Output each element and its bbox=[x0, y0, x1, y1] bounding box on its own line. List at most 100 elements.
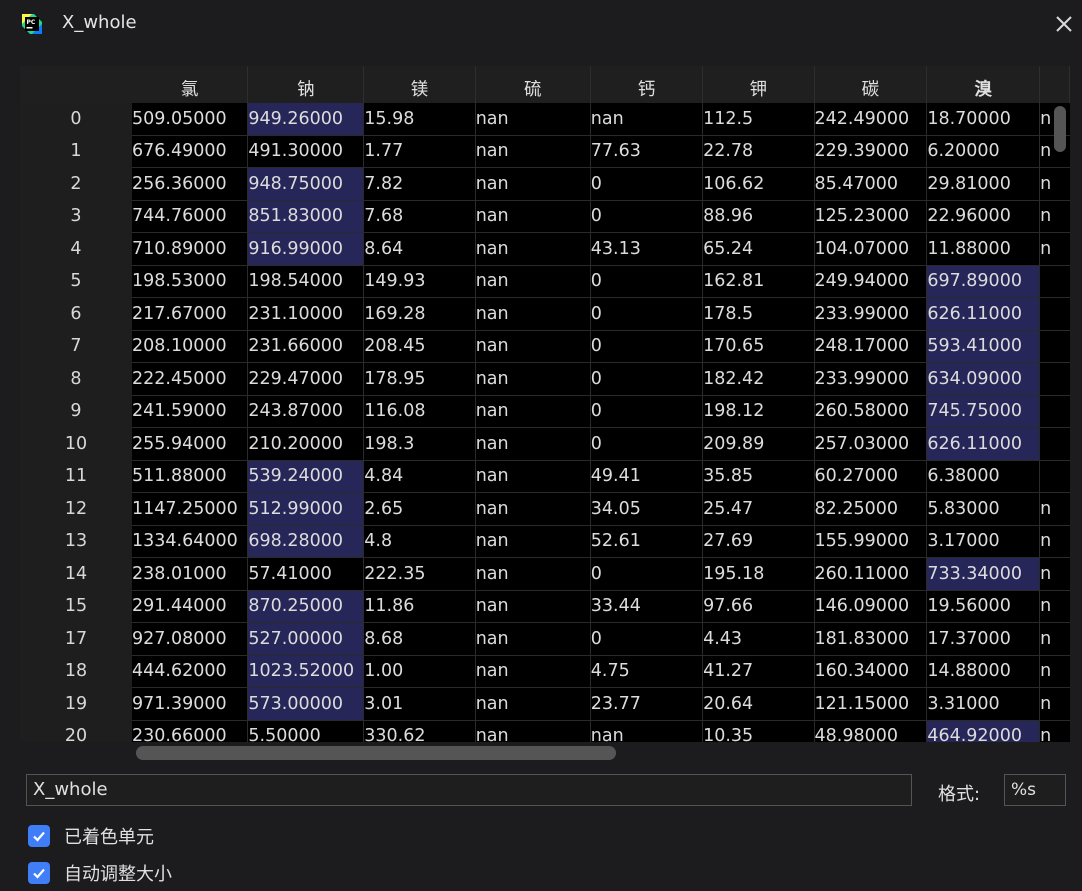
table-cell[interactable]: nan bbox=[475, 720, 591, 742]
table-cell[interactable]: 82.25000 bbox=[814, 492, 928, 526]
table-cell[interactable]: 1.00 bbox=[363, 655, 476, 688]
row-index[interactable]: 12 bbox=[20, 492, 132, 525]
table-cell[interactable]: 170.65 bbox=[702, 330, 815, 363]
table-cell-partial[interactable] bbox=[1039, 460, 1070, 493]
table-cell[interactable]: 242.49000 bbox=[814, 103, 928, 136]
table-cell[interactable]: 0 bbox=[590, 362, 704, 396]
table-cell[interactable]: 77.63 bbox=[590, 135, 704, 168]
table-cell-partial[interactable]: n bbox=[1039, 590, 1070, 623]
close-icon[interactable] bbox=[1050, 10, 1078, 38]
table-cell-partial[interactable] bbox=[1039, 265, 1070, 298]
vertical-scrollbar[interactable] bbox=[1054, 106, 1066, 152]
table-cell[interactable]: 208.10000 bbox=[131, 330, 249, 363]
table-cell[interactable]: 195.18 bbox=[702, 557, 815, 591]
table-cell[interactable]: 0 bbox=[590, 297, 704, 331]
table-cell[interactable]: 178.95 bbox=[363, 362, 476, 396]
table-cell[interactable]: 29.81000 bbox=[926, 167, 1041, 201]
table-cell[interactable]: 710.89000 bbox=[131, 232, 249, 266]
table-cell[interactable]: 229.47000 bbox=[247, 362, 365, 396]
table-cell[interactable]: 4.8 bbox=[363, 525, 476, 558]
table-cell[interactable]: 733.34000 bbox=[926, 557, 1041, 591]
table-cell[interactable]: nan bbox=[475, 297, 591, 331]
table-cell[interactable]: 230.66000 bbox=[131, 720, 249, 742]
table-cell[interactable]: 19.56000 bbox=[926, 590, 1041, 623]
table-cell[interactable]: 11.88000 bbox=[926, 232, 1041, 266]
table-cell[interactable]: nan bbox=[475, 492, 591, 526]
column-header[interactable]: 钾 bbox=[702, 66, 815, 103]
table-cell[interactable]: 1147.25000 bbox=[131, 492, 249, 526]
table-cell[interactable]: 25.47 bbox=[702, 492, 815, 526]
table-cell-partial[interactable]: n bbox=[1039, 232, 1070, 266]
table-cell-partial[interactable]: n bbox=[1039, 687, 1070, 721]
table-cell-partial[interactable]: n bbox=[1039, 167, 1070, 201]
table-cell[interactable]: 916.99000 bbox=[247, 232, 365, 266]
table-cell[interactable]: 4.75 bbox=[590, 655, 704, 688]
table-cell[interactable]: 88.96 bbox=[702, 200, 815, 233]
table-cell-partial[interactable]: n bbox=[1039, 557, 1070, 591]
column-header[interactable]: 氯 bbox=[131, 66, 249, 103]
variable-name-field[interactable]: X_whole bbox=[26, 774, 912, 806]
table-cell[interactable]: 18.70000 bbox=[926, 103, 1041, 136]
table-cell[interactable]: nan bbox=[475, 557, 591, 591]
table-cell[interactable]: 11.86 bbox=[363, 590, 476, 623]
table-cell-partial[interactable]: n bbox=[1039, 720, 1070, 742]
table-cell[interactable]: 1.77 bbox=[363, 135, 476, 168]
table-cell-partial[interactable]: n bbox=[1039, 622, 1070, 656]
table-cell[interactable]: 927.08000 bbox=[131, 622, 249, 656]
row-index[interactable]: 17 bbox=[20, 622, 132, 655]
table-cell-partial[interactable]: n bbox=[1039, 655, 1070, 688]
table-cell[interactable]: 0 bbox=[590, 427, 704, 461]
table-cell-partial[interactable] bbox=[1039, 362, 1070, 396]
table-cell[interactable]: nan bbox=[475, 232, 591, 266]
table-cell[interactable]: 8.68 bbox=[363, 622, 476, 656]
table-cell-partial[interactable]: n bbox=[1039, 525, 1070, 558]
table-cell[interactable]: nan bbox=[475, 655, 591, 688]
table-cell[interactable]: 870.25000 bbox=[247, 590, 365, 623]
table-cell[interactable]: nan bbox=[475, 200, 591, 233]
table-cell-partial[interactable] bbox=[1039, 427, 1070, 461]
table-cell[interactable]: nan bbox=[475, 525, 591, 558]
colored-cells-option[interactable]: 已着色单元 bbox=[28, 824, 154, 848]
table-cell[interactable]: 511.88000 bbox=[131, 460, 249, 493]
table-cell[interactable]: 104.07000 bbox=[814, 232, 928, 266]
table-cell[interactable]: nan bbox=[475, 460, 591, 493]
row-index[interactable]: 5 bbox=[20, 265, 132, 298]
table-cell[interactable]: 17.37000 bbox=[926, 622, 1041, 656]
table-cell[interactable]: 208.45 bbox=[363, 330, 476, 363]
column-header[interactable]: 碳 bbox=[814, 66, 928, 103]
table-cell[interactable]: 745.75000 bbox=[926, 395, 1041, 428]
table-cell[interactable]: 573.00000 bbox=[247, 687, 365, 721]
column-header[interactable]: 钙 bbox=[590, 66, 704, 103]
table-cell[interactable]: 41.27 bbox=[702, 655, 815, 688]
table-cell[interactable]: 22.78 bbox=[702, 135, 815, 168]
table-cell[interactable]: 1023.52000 bbox=[247, 655, 365, 688]
table-cell[interactable]: 34.05 bbox=[590, 492, 704, 526]
table-cell[interactable]: nan bbox=[590, 720, 704, 742]
table-cell[interactable]: nan bbox=[475, 167, 591, 201]
table-cell[interactable]: 256.36000 bbox=[131, 167, 249, 201]
table-cell[interactable]: 5.83000 bbox=[926, 492, 1041, 526]
table-cell[interactable]: 249.94000 bbox=[814, 265, 928, 298]
table-cell[interactable]: nan bbox=[475, 427, 591, 461]
table-cell[interactable]: 527.00000 bbox=[247, 622, 365, 656]
row-index[interactable]: 20 bbox=[20, 720, 132, 742]
table-cell[interactable]: 0 bbox=[590, 622, 704, 656]
table-cell[interactable]: 509.05000 bbox=[131, 103, 249, 136]
table-cell[interactable]: 198.54000 bbox=[247, 265, 365, 298]
row-index[interactable]: 14 bbox=[20, 557, 132, 590]
table-cell[interactable]: 238.01000 bbox=[131, 557, 249, 591]
row-index[interactable]: 4 bbox=[20, 232, 132, 265]
table-cell[interactable]: 116.08 bbox=[363, 395, 476, 428]
table-cell[interactable]: 15.98 bbox=[363, 103, 476, 136]
table-cell[interactable]: 491.30000 bbox=[247, 135, 365, 168]
table-cell[interactable]: 7.82 bbox=[363, 167, 476, 201]
row-index[interactable]: 15 bbox=[20, 590, 132, 623]
table-cell[interactable]: 112.5 bbox=[702, 103, 815, 136]
table-cell[interactable]: 257.03000 bbox=[814, 427, 928, 461]
table-cell[interactable]: 43.13 bbox=[590, 232, 704, 266]
table-cell[interactable]: 231.66000 bbox=[247, 330, 365, 363]
column-header[interactable]: 镁 bbox=[363, 66, 476, 103]
table-cell[interactable]: 57.41000 bbox=[247, 557, 365, 591]
table-cell[interactable]: 49.41 bbox=[590, 460, 704, 493]
table-cell[interactable]: nan bbox=[475, 135, 591, 168]
